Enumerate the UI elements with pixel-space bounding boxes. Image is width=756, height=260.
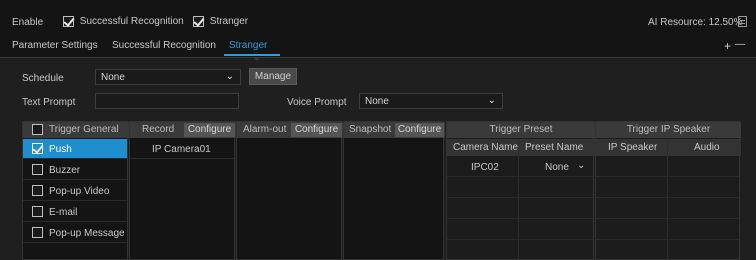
checkbox-checked-icon[interactable]	[32, 143, 43, 154]
checkbox-checked-icon	[193, 16, 204, 27]
schedule-value: None	[101, 72, 125, 83]
preset-select[interactable]: None	[545, 162, 569, 173]
manage-button[interactable]: Manage	[249, 68, 297, 85]
tab-parameter-settings[interactable]: Parameter Settings	[12, 40, 98, 51]
chevron-down-icon: ⌄	[487, 95, 496, 106]
trigger-general-header: Trigger General	[23, 122, 129, 138]
active-tab-indicator	[224, 54, 280, 56]
trigger-ip-speaker-panel: Trigger IP Speaker IP Speaker Audio	[595, 121, 741, 260]
alarm-out-panel: Alarm-out Configure	[236, 121, 343, 260]
trigger-ip-speaker-column-header: IP Speaker Audio	[596, 139, 741, 156]
ai-resource-text: AI Resource: 12.50%	[648, 17, 743, 28]
text-prompt-input[interactable]	[95, 93, 239, 109]
list-item-buzzer[interactable]: Buzzer	[23, 160, 127, 180]
tab-pointer-icon	[253, 57, 261, 61]
tab-successful-recognition[interactable]: Successful Recognition	[112, 40, 216, 51]
snapshot-configure-button[interactable]: Configure	[395, 123, 444, 137]
tab-stranger[interactable]: Stranger	[229, 40, 267, 51]
checkbox-icon[interactable]	[32, 206, 43, 217]
list-item-email[interactable]: E-mail	[23, 202, 127, 222]
ip-speaker-header: IP Speaker	[608, 142, 658, 153]
trigger-general-panel: Trigger General Push Buzzer Pop-up Video…	[22, 121, 129, 260]
successful-recognition-checkbox[interactable]: Successful Recognition	[63, 16, 184, 27]
trigger-preset-header: Trigger Preset	[447, 122, 595, 138]
add-icon[interactable]: +	[724, 39, 731, 53]
audio-header: Audio	[694, 142, 720, 153]
remove-icon[interactable]: —	[735, 39, 745, 50]
checkbox-icon[interactable]	[32, 227, 43, 238]
scrollbar[interactable]	[741, 121, 756, 260]
voice-prompt-value: None	[365, 96, 389, 107]
record-panel: Record Configure IP Camera01	[129, 121, 236, 260]
stranger-label: Stranger	[209, 16, 249, 28]
trigger-general-checkbox[interactable]	[32, 124, 43, 135]
voice-prompt-select[interactable]: None ⌄	[359, 93, 503, 109]
alarm-out-configure-button[interactable]: Configure	[291, 123, 342, 137]
list-item-push[interactable]: Push	[23, 139, 127, 159]
list-item-popup-message[interactable]: Pop-up Message E	[23, 223, 127, 243]
snapshot-panel: Snapshot Configure	[343, 121, 445, 260]
trigger-preset-panel: Trigger Preset Camera Name Preset Name I…	[446, 121, 595, 260]
stranger-checkbox[interactable]: Stranger	[193, 16, 248, 27]
chevron-down-icon[interactable]: ⌄	[577, 160, 585, 171]
text-prompt-label: Text Prompt	[22, 97, 76, 108]
chevron-down-icon: ⌄	[225, 71, 234, 82]
table-row: IP Camera01	[130, 139, 234, 159]
enable-label: Enable	[12, 17, 44, 28]
schedule-label: Schedule	[22, 73, 64, 84]
list-item-popup-video[interactable]: Pop-up Video	[23, 181, 127, 201]
trigger-ip-speaker-header: Trigger IP Speaker	[596, 122, 741, 138]
checkbox-checked-icon	[63, 16, 74, 27]
checkbox-icon[interactable]	[32, 164, 43, 175]
checkbox-icon[interactable]	[32, 185, 43, 196]
voice-prompt-label: Voice Prompt	[287, 97, 347, 108]
record-configure-button[interactable]: Configure	[184, 123, 235, 137]
successful-recognition-label: Successful Recognition	[79, 16, 184, 28]
camera-name-header: Camera Name	[453, 142, 519, 153]
schedule-select[interactable]: None ⌄	[95, 69, 241, 85]
document-icon[interactable]	[738, 16, 747, 27]
preset-name-header: Preset Name	[525, 142, 584, 153]
trigger-preset-column-header: Camera Name Preset Name	[447, 139, 595, 156]
table-row: IPC02 None ⌄	[447, 157, 593, 177]
